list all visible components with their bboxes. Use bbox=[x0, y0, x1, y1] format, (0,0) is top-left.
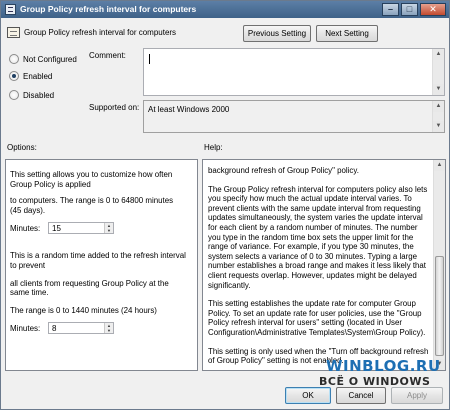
cancel-button[interactable]: Cancel bbox=[336, 387, 386, 404]
scroll-up-arrow-icon[interactable]: ▲ bbox=[434, 160, 445, 171]
previous-setting-button[interactable]: Previous Setting bbox=[243, 25, 311, 42]
window-controls: – □ ✕ bbox=[382, 3, 446, 16]
radio-enabled[interactable]: Enabled bbox=[9, 71, 52, 81]
text-caret bbox=[149, 54, 150, 64]
supported-on-label: Supported on: bbox=[89, 103, 140, 112]
scroll-up-arrow-icon[interactable]: ▲ bbox=[433, 49, 444, 60]
radio-disabled[interactable]: Disabled bbox=[9, 90, 54, 100]
comment-textbox[interactable]: ▲ ▼ bbox=[143, 48, 445, 96]
setting-title: Group Policy refresh interval for comput… bbox=[24, 28, 177, 37]
help-scroll-thumb[interactable] bbox=[435, 256, 444, 356]
help-panel: background refresh of Group Policy" poli… bbox=[202, 159, 446, 371]
options-text-4: all clients from requesting Group Policy… bbox=[10, 278, 169, 298]
maximize-button[interactable]: □ bbox=[401, 3, 418, 16]
comment-label: Comment: bbox=[89, 51, 126, 60]
help-paragraph: This setting establishes the update rate… bbox=[208, 299, 426, 337]
comment-scrollbar[interactable]: ▲ ▼ bbox=[432, 49, 444, 95]
policy-icon bbox=[5, 4, 16, 15]
next-setting-button[interactable]: Next Setting bbox=[316, 25, 378, 42]
minimize-button[interactable]: – bbox=[382, 3, 399, 16]
setting-icon bbox=[7, 27, 20, 38]
options-text-1: This setting allows you to customize how… bbox=[10, 170, 173, 189]
random-offset-value[interactable]: 8 bbox=[52, 324, 56, 333]
watermark-line-1: WINBLOG.RU bbox=[326, 357, 441, 375]
radio-disabled-label: Disabled bbox=[23, 90, 55, 100]
options-text-3: This is a random time added to the refre… bbox=[10, 251, 186, 270]
supported-on-value: At least Windows 2000 bbox=[148, 105, 230, 114]
radio-not-configured-dot[interactable] bbox=[9, 54, 19, 64]
refresh-interval-spinner[interactable]: 15 ▲ ▼ bbox=[48, 222, 114, 235]
refresh-interval-value[interactable]: 15 bbox=[52, 224, 61, 233]
dialog-window: Group Policy refresh interval for comput… bbox=[0, 0, 450, 410]
window-title: Group Policy refresh interval for comput… bbox=[20, 4, 197, 14]
spin-down-icon[interactable]: ▼ bbox=[105, 328, 113, 334]
apply-button[interactable]: Apply bbox=[391, 387, 443, 404]
supported-scrollbar[interactable]: ▲ ▼ bbox=[432, 101, 444, 132]
spin-down-icon[interactable]: ▼ bbox=[105, 228, 113, 234]
radio-not-configured[interactable]: Not Configured bbox=[9, 54, 77, 64]
scroll-down-arrow-icon[interactable]: ▼ bbox=[433, 121, 444, 132]
radio-enabled-dot[interactable] bbox=[9, 71, 19, 81]
title-bar[interactable]: Group Policy refresh interval for comput… bbox=[1, 1, 449, 18]
scroll-up-arrow-icon[interactable]: ▲ bbox=[433, 101, 444, 112]
help-label: Help: bbox=[204, 143, 223, 152]
random-offset-spinner[interactable]: 8 ▲ ▼ bbox=[48, 322, 114, 335]
options-label: Options: bbox=[7, 143, 37, 152]
minutes-label-2: Minutes: bbox=[10, 324, 41, 334]
radio-disabled-dot[interactable] bbox=[9, 90, 19, 100]
close-button[interactable]: ✕ bbox=[420, 3, 446, 16]
ok-button[interactable]: OK bbox=[285, 387, 331, 404]
options-text-5: The range is 0 to 1440 minutes (24 hours… bbox=[10, 305, 157, 315]
options-text-2: to computers. The range is 0 to 64800 mi… bbox=[10, 196, 174, 215]
help-paragraph: The Group Policy refresh interval for co… bbox=[208, 184, 428, 290]
scroll-down-arrow-icon[interactable]: ▼ bbox=[433, 84, 444, 95]
supported-on-field: At least Windows 2000 ▲ ▼ bbox=[143, 100, 445, 133]
radio-not-configured-label: Not Configured bbox=[23, 54, 77, 64]
options-panel: This setting allows you to customize how… bbox=[5, 159, 198, 371]
help-scrollbar[interactable]: ▲ ▼ bbox=[433, 160, 445, 370]
minutes-label-1: Minutes: bbox=[10, 224, 41, 234]
radio-enabled-label: Enabled bbox=[23, 71, 53, 81]
help-paragraph: background refresh of Group Policy" poli… bbox=[208, 166, 359, 175]
